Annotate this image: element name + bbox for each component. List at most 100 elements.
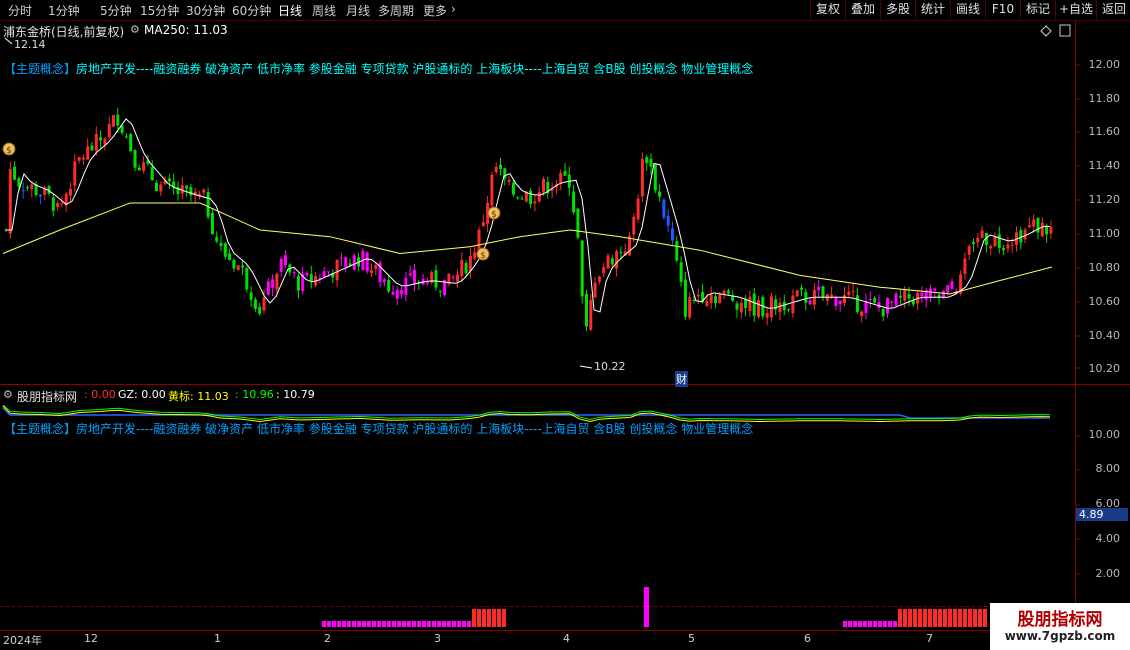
candle-body <box>1006 244 1010 249</box>
indicator-tick: 4.00 <box>1095 532 1121 545</box>
indicator-bar <box>337 621 341 627</box>
indicator-bar <box>928 609 932 627</box>
chart-canvas: $ $ $ <box>0 20 1130 631</box>
indicator-bar <box>322 621 326 627</box>
draw-line-button[interactable]: 画线 <box>950 0 985 19</box>
ma-long-line <box>2 202 1053 295</box>
tab-60min[interactable]: 60分钟 <box>232 2 271 19</box>
candle-body <box>606 255 610 269</box>
watermark-url: www.7gpzb.com <box>1004 629 1116 643</box>
tab-more[interactable]: 更多 <box>423 2 447 19</box>
indicator-bar <box>983 609 987 627</box>
back-button[interactable]: 返回 <box>1096 0 1130 19</box>
indicator-settings-icon[interactable]: ⚙ <box>3 388 13 401</box>
candle-body <box>520 198 524 200</box>
tab-daily[interactable]: 日线 <box>278 2 302 19</box>
candle-body <box>821 286 825 298</box>
add-watchlist-button[interactable]: +自选 <box>1055 0 1096 19</box>
current-value-badge: 4.89 <box>1076 508 1128 521</box>
indicator-value-huangbiao: 黄标: 11.03 <box>168 390 229 403</box>
indicator-bar <box>913 609 917 627</box>
candle-body <box>645 157 649 163</box>
candle-body <box>800 287 803 290</box>
indicator-bar <box>347 621 351 627</box>
watermark-title: 股朋指标网 <box>1017 610 1103 630</box>
candle-body <box>322 271 326 278</box>
candle-body <box>580 240 584 297</box>
indicator-bar <box>392 621 396 627</box>
indicator-bar <box>417 621 421 627</box>
date-tick: 5 <box>688 632 695 645</box>
indicator-bar <box>644 587 649 627</box>
candle-body <box>817 286 821 291</box>
indicator-bar <box>397 621 401 627</box>
candle-body <box>795 290 799 297</box>
price-tick: 11.60 <box>1088 125 1121 138</box>
candle-body <box>30 184 34 189</box>
candle-body <box>499 164 502 169</box>
tab-fenshi[interactable]: 分时 <box>8 2 32 19</box>
candle-body <box>640 159 644 197</box>
candle-body <box>344 257 348 268</box>
ma-settings-icon[interactable]: ⚙ <box>130 23 140 36</box>
candle-body <box>791 295 795 314</box>
tab-multi-period[interactable]: 多周期 <box>378 2 414 19</box>
indicator-tick: 10.00 <box>1088 428 1121 441</box>
candle-body <box>838 300 842 305</box>
indicator-bar <box>377 621 381 627</box>
candle-body <box>404 277 408 295</box>
tab-30min[interactable]: 30分钟 <box>186 2 225 19</box>
tab-monthly[interactable]: 月线 <box>346 2 370 19</box>
candle-body <box>847 291 851 295</box>
candle-body <box>757 300 760 317</box>
restore-rights-button[interactable]: 复权 <box>810 0 845 19</box>
chevron-right-icon[interactable]: › <box>451 2 456 16</box>
candle-body <box>683 279 687 317</box>
tab-weekly[interactable]: 周线 <box>312 2 336 19</box>
indicator-bar <box>387 621 391 627</box>
date-tick: 3 <box>434 632 441 645</box>
candle-body <box>400 290 404 295</box>
candle-body <box>494 166 498 172</box>
candle-body <box>1049 226 1053 234</box>
candle-body <box>649 159 653 167</box>
candle-body <box>765 313 769 318</box>
candle-body <box>81 157 85 160</box>
candle-body <box>860 311 864 316</box>
candle-body <box>1023 229 1027 240</box>
money-bag-icon[interactable]: $ <box>2 142 16 156</box>
candle-body <box>735 303 739 310</box>
svg-text:$: $ <box>480 251 486 261</box>
indicator-bar <box>457 621 461 627</box>
candle-body <box>219 242 223 247</box>
candle-body <box>572 191 576 213</box>
candle-body <box>911 300 915 305</box>
site-watermark: 股朋指标网 www.7gpzb.com <box>990 603 1130 650</box>
candle-body <box>86 146 90 160</box>
indicator-bar <box>402 621 406 627</box>
candle-body <box>533 201 537 204</box>
overlay-button[interactable]: 叠加 <box>845 0 880 19</box>
candle-body <box>997 234 1001 248</box>
expand-icon[interactable] <box>1059 24 1071 37</box>
indicator-bar <box>442 621 446 627</box>
f10-button[interactable]: F10 <box>985 0 1020 19</box>
tab-15min[interactable]: 15分钟 <box>140 2 179 19</box>
indicator-bar <box>352 621 356 627</box>
candle-body <box>671 228 674 241</box>
tab-5min[interactable]: 5分钟 <box>100 2 132 19</box>
price-tick: 11.80 <box>1088 92 1121 105</box>
candle-body <box>679 262 683 282</box>
diamond-icon[interactable] <box>1040 25 1052 37</box>
candle-body <box>980 230 984 238</box>
indicator-bar <box>462 621 466 627</box>
indicator-bar <box>938 609 942 627</box>
multi-stock-button[interactable]: 多股 <box>880 0 915 19</box>
financial-report-badge[interactable]: 财 <box>675 371 688 387</box>
money-bag-icon[interactable]: $ <box>487 206 501 220</box>
statistics-button[interactable]: 统计 <box>915 0 950 19</box>
mark-button[interactable]: 标记 <box>1020 0 1055 19</box>
tab-1min[interactable]: 1分钟 <box>48 2 80 19</box>
date-tick: 2024年 <box>3 634 42 647</box>
candle-body <box>843 295 846 303</box>
